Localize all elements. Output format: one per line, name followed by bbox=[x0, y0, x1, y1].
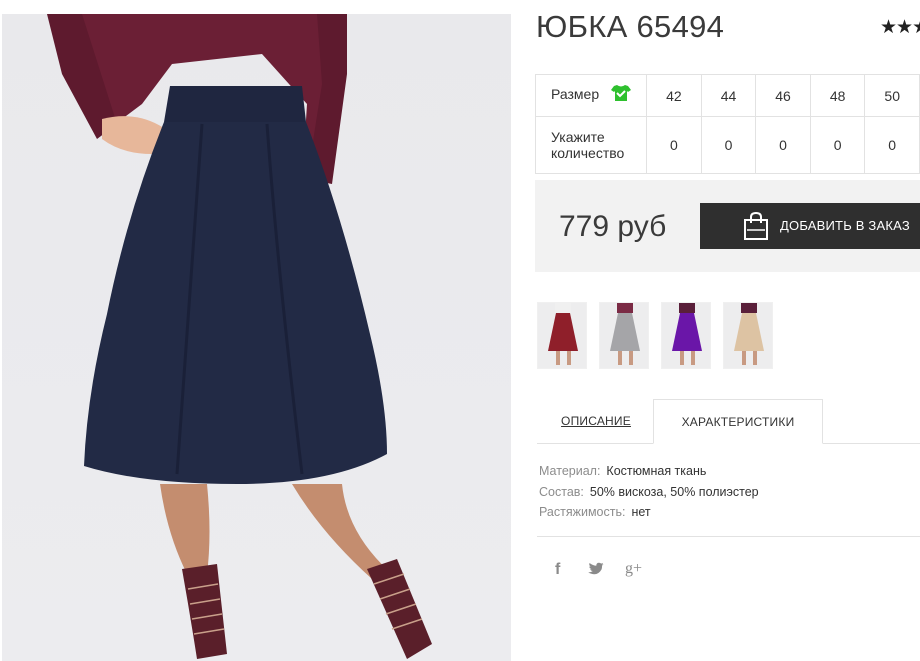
spec-value: 50% вискоза, 50% полиэстер bbox=[589, 484, 759, 499]
size-label-cell: Размер bbox=[534, 74, 648, 117]
spec-value: Костюмная ткань bbox=[606, 464, 707, 478]
size-48: 48 bbox=[809, 74, 866, 117]
rating-stars[interactable]: ★★★ bbox=[880, 16, 920, 39]
size-42: 42 bbox=[646, 74, 702, 117]
product-image-skirt bbox=[47, 14, 432, 659]
product-price: 779 руб bbox=[559, 210, 667, 243]
quantity-row: Укажите количество 0 0 0 0 0 bbox=[534, 116, 920, 174]
quantity-input-46[interactable]: 0 bbox=[755, 116, 811, 174]
spec-key: Материал: bbox=[539, 464, 601, 478]
size-50: 50 bbox=[864, 74, 920, 117]
spec-key: Растяжимость: bbox=[539, 505, 626, 519]
price-box: 779 руб ДОБАВИТЬ В ЗАКАЗ bbox=[535, 180, 920, 272]
spec-row-composition: Состав: 50% вискоза, 50% полиэстер bbox=[539, 482, 759, 503]
main-product-photo[interactable] bbox=[2, 14, 511, 661]
product-title: ЮБКА 65494 bbox=[536, 9, 725, 44]
tab-description[interactable]: ОПИСАНИЕ bbox=[548, 399, 644, 444]
quantity-label: Укажите количество bbox=[534, 116, 648, 174]
facebook-share-icon[interactable]: f bbox=[555, 561, 560, 579]
quantity-input-42[interactable]: 0 bbox=[646, 116, 702, 174]
size-46: 46 bbox=[755, 74, 811, 117]
spec-row-material: Материал: Костюмная ткань bbox=[539, 461, 759, 482]
section-divider bbox=[537, 536, 920, 537]
tshirt-check-icon[interactable] bbox=[611, 84, 632, 105]
thumbnail-beige[interactable] bbox=[723, 302, 773, 369]
quantity-input-50[interactable]: 0 bbox=[864, 116, 920, 174]
quantity-input-48[interactable]: 0 bbox=[809, 116, 866, 174]
twitter-share-icon[interactable] bbox=[588, 562, 604, 580]
spec-value: нет bbox=[631, 505, 651, 519]
size-row: Размер 42 44 46 48 50 bbox=[534, 74, 920, 117]
google-plus-share-icon[interactable]: g+ bbox=[625, 560, 642, 578]
size-label: Размер bbox=[551, 86, 600, 103]
quantity-label-line1: Укажите bbox=[551, 129, 605, 145]
tab-characteristics[interactable]: ХАРАКТЕРИСТИКИ bbox=[653, 399, 823, 444]
shopping-bag-icon bbox=[742, 211, 770, 244]
size-44: 44 bbox=[700, 74, 757, 117]
size-quantity-table: Размер 42 44 46 48 50 Укажите количество… bbox=[534, 74, 920, 174]
thumbnail-purple[interactable] bbox=[661, 302, 711, 369]
spec-row-stretch: Растяжимость: нет bbox=[539, 502, 759, 523]
add-to-order-button[interactable]: ДОБАВИТЬ В ЗАКАЗ bbox=[700, 203, 920, 249]
quantity-input-44[interactable]: 0 bbox=[700, 116, 757, 174]
spec-key: Состав: bbox=[539, 484, 584, 499]
add-to-order-label: ДОБАВИТЬ В ЗАКАЗ bbox=[780, 218, 910, 233]
quantity-label-line2: количество bbox=[551, 145, 625, 161]
characteristics-list: Материал: Костюмная ткань Состав: 50% виск… bbox=[539, 461, 759, 523]
thumbnail-burgundy[interactable] bbox=[537, 302, 587, 369]
thumbnail-grey[interactable] bbox=[599, 302, 649, 369]
